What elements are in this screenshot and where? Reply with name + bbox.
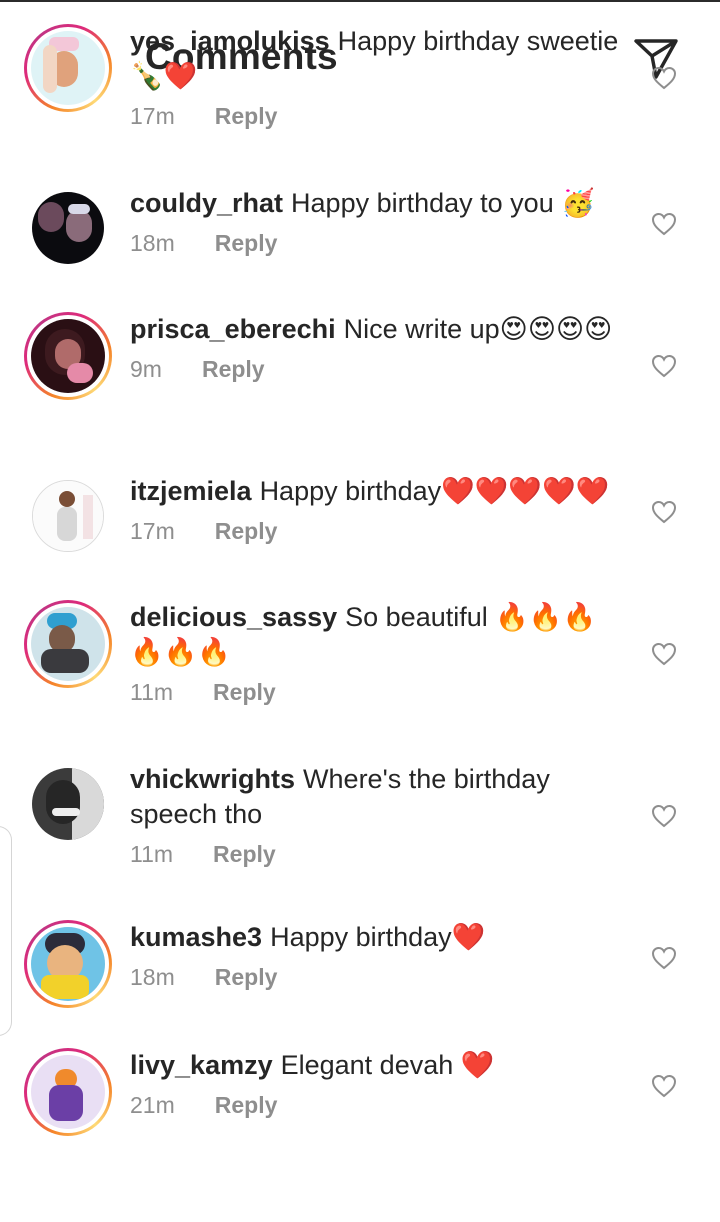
comment-time: 21m bbox=[130, 1091, 175, 1118]
avatar[interactable] bbox=[24, 600, 112, 688]
comment-username[interactable]: delicious_sassy bbox=[130, 602, 337, 632]
comment-time: 11m bbox=[130, 840, 174, 867]
like-button[interactable] bbox=[648, 942, 680, 974]
edge-handle[interactable] bbox=[0, 826, 12, 1036]
like-button[interactable] bbox=[648, 1070, 680, 1102]
heart-outline-icon bbox=[651, 642, 677, 666]
avatar[interactable] bbox=[24, 312, 112, 400]
comment-username[interactable]: vhickwrights bbox=[130, 764, 295, 794]
avatar[interactable] bbox=[32, 480, 104, 552]
comment-username[interactable]: prisca_eberechi bbox=[130, 314, 336, 344]
reply-button[interactable]: Reply bbox=[215, 964, 278, 991]
like-button[interactable] bbox=[648, 350, 680, 382]
like-button[interactable] bbox=[648, 800, 680, 832]
comment-time: 18m bbox=[130, 963, 175, 990]
heart-outline-icon bbox=[651, 1074, 677, 1098]
reply-button[interactable]: Reply bbox=[213, 841, 276, 868]
heart-outline-icon bbox=[651, 500, 677, 524]
comment-time: 17m bbox=[130, 102, 175, 129]
comment-time: 11m bbox=[130, 678, 174, 705]
heart-outline-icon bbox=[651, 946, 677, 970]
comment-username[interactable]: kumashe3 bbox=[130, 922, 262, 952]
comment-username[interactable]: itzjemiela bbox=[130, 476, 252, 506]
comment-text: Nice write up😍😍😍😍 bbox=[343, 314, 613, 344]
comment-username[interactable]: couldy_rhat bbox=[130, 188, 283, 218]
heart-outline-icon bbox=[651, 354, 677, 378]
comment-time: 18m bbox=[130, 229, 175, 256]
comment-username[interactable]: livy_kamzy bbox=[130, 1050, 273, 1080]
heart-outline-icon bbox=[651, 66, 677, 90]
like-button[interactable] bbox=[648, 62, 680, 94]
reply-button[interactable]: Reply bbox=[202, 356, 265, 383]
reply-button[interactable]: Reply bbox=[215, 518, 278, 545]
comment-time: 9m bbox=[130, 355, 162, 382]
reply-button[interactable]: Reply bbox=[215, 230, 278, 257]
heart-outline-icon bbox=[651, 804, 677, 828]
comment-text: Happy birthday❤️❤️❤️❤️❤️ bbox=[259, 476, 610, 506]
avatar[interactable] bbox=[24, 1048, 112, 1136]
reply-button[interactable]: Reply bbox=[213, 679, 276, 706]
avatar[interactable] bbox=[24, 24, 112, 112]
comments-screen: Comments yes_iamolukiss Happy birthday sw… bbox=[0, 0, 720, 1222]
avatar[interactable] bbox=[32, 192, 104, 264]
comment-text: Happy birthday❤️ bbox=[270, 922, 486, 952]
like-button[interactable] bbox=[648, 638, 680, 670]
comment-text: Elegant devah ❤️ bbox=[280, 1050, 495, 1080]
like-button[interactable] bbox=[648, 208, 680, 240]
comment-username[interactable]: yes_iamolukiss bbox=[130, 26, 330, 56]
avatar[interactable] bbox=[32, 768, 104, 840]
like-button[interactable] bbox=[648, 496, 680, 528]
comment-text: Happy birthday to you 🥳 bbox=[291, 188, 595, 218]
heart-outline-icon bbox=[651, 212, 677, 236]
reply-button[interactable]: Reply bbox=[215, 103, 278, 130]
avatar[interactable] bbox=[24, 920, 112, 1008]
reply-button[interactable]: Reply bbox=[215, 1092, 278, 1119]
comment-time: 17m bbox=[130, 517, 175, 544]
